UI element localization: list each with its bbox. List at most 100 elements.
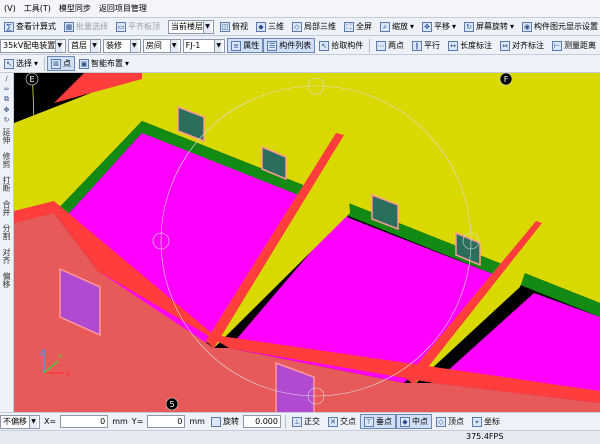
align-dim-button[interactable]: ⇔ 对齐标注 bbox=[496, 38, 548, 53]
draw-toolbar: ↖ 选择 ▾ ⊠ 点 ▣ 智能布置 ▾ bbox=[0, 55, 600, 73]
tool-offset[interactable]: 偏移 bbox=[1, 272, 12, 288]
select-button[interactable]: ↖ 选择 ▾ bbox=[0, 56, 42, 71]
measure-dist-button[interactable]: ⊢ 测量距离 bbox=[548, 38, 600, 53]
current-floor-select[interactable]: 当前楼层 ▼ bbox=[168, 19, 214, 34]
3d-model-canvas[interactable]: E F 5 Z Y X bbox=[14, 73, 600, 413]
x-label: X= bbox=[44, 417, 57, 426]
component-display-button[interactable]: ◉ 构件图元显示设置 bbox=[518, 19, 600, 34]
two-points-button[interactable]: ⋯ 两点 bbox=[372, 38, 408, 53]
project-select[interactable]: 35kV配电装置 ▼ bbox=[0, 38, 66, 53]
chevron-down-icon: ▾ bbox=[34, 59, 39, 68]
line-icon[interactable]: ∕ bbox=[1, 75, 13, 83]
parallel-icon: ∥ bbox=[412, 40, 422, 51]
bottom-status-bar: 375.4FPS bbox=[0, 430, 600, 444]
chevron-down-icon: ▼ bbox=[129, 39, 138, 52]
smart-layout-icon: ▣ bbox=[79, 58, 90, 69]
properties-button[interactable]: ≡ 属性 bbox=[227, 38, 264, 53]
copy-icon[interactable]: ⧉ bbox=[1, 95, 13, 104]
local-three-d-button[interactable]: ◇ 局部三维 bbox=[288, 19, 340, 34]
intersection-button[interactable]: ✕ 交点 bbox=[324, 414, 360, 429]
midpoint-button[interactable]: ◆ 中点 bbox=[395, 414, 432, 429]
pick-icon: ↖ bbox=[319, 40, 330, 51]
axis-label-e: E bbox=[29, 75, 34, 84]
coordinate-status-bar: 不偏移 ▼ X= 0 mm Y= 0 mm 旋转 0.000 ⊥ 正交 ✕ 交点 ⊤ 垂… bbox=[0, 412, 600, 430]
type-select[interactable]: 房间 ▼ bbox=[142, 38, 181, 53]
batch-icon: ▦ bbox=[64, 21, 74, 32]
floor-select[interactable]: 首层 ▼ bbox=[68, 38, 102, 53]
three-d-button[interactable]: ◆ 三维 bbox=[252, 19, 288, 34]
length-dim-icon: ↔ bbox=[448, 40, 458, 51]
fullscreen-button[interactable]: ⛶ 全屏 bbox=[340, 19, 376, 34]
svg-text:Y: Y bbox=[57, 353, 63, 361]
rotate-checkbox[interactable] bbox=[210, 416, 221, 427]
vertical-point-icon: ⊤ bbox=[363, 416, 374, 427]
coordinate-button[interactable]: ⌖ 坐标 bbox=[468, 414, 504, 429]
offset-select[interactable]: 不偏移 ▼ bbox=[0, 414, 40, 429]
chevron-down-icon: ▾ bbox=[125, 59, 130, 68]
chevron-down-icon: ▾ bbox=[510, 22, 515, 31]
component-list-button[interactable]: ☰ 构件列表 bbox=[263, 38, 316, 53]
tool-extend[interactable]: 延伸 bbox=[1, 128, 12, 144]
rotate-input[interactable]: 0.000 bbox=[242, 415, 281, 428]
rotate-icon: ↻ bbox=[464, 21, 475, 32]
flush-board-button[interactable]: ▭ 平齐板顶 bbox=[112, 19, 164, 34]
menu-tools[interactable]: 工具(T) bbox=[20, 0, 55, 17]
move-icon[interactable]: ✥ bbox=[1, 106, 13, 114]
axis-label-f: F bbox=[504, 75, 509, 84]
point-label-icon: 点 bbox=[63, 59, 72, 68]
flush-icon: ▭ bbox=[116, 21, 126, 32]
smart-layout-button[interactable]: ▣ 智能布置 ▾ bbox=[75, 56, 133, 71]
element-select[interactable]: FJ-1 ▼ bbox=[182, 38, 226, 53]
vertex-button[interactable]: ◇ 顶点 bbox=[432, 414, 468, 429]
tool-align[interactable]: 对齐 bbox=[1, 248, 12, 264]
chevron-down-icon: ▼ bbox=[29, 415, 37, 428]
chevron-down-icon: ▼ bbox=[203, 20, 211, 33]
y-unit: mm bbox=[189, 417, 205, 426]
separator bbox=[284, 414, 286, 429]
main-toolbar: ∑ 查看计算式 ▦ 批量选择 ▭ 平齐板顶 当前楼层 ▼ ◫ 俯视 ◆ 三维 ◇ 局部三维 ⛶… bbox=[0, 18, 600, 36]
tool-split[interactable]: 分割 bbox=[1, 224, 12, 240]
x-unit: mm bbox=[112, 417, 128, 426]
menu-back-project[interactable]: 返回项目管理 bbox=[95, 0, 151, 17]
y-input[interactable]: 0 bbox=[147, 415, 186, 428]
view-calc-button[interactable]: ∑ 查看计算式 bbox=[0, 19, 60, 34]
link-icon[interactable]: ∞ bbox=[1, 85, 13, 93]
3d-viewport[interactable]: E F 5 Z Y X bbox=[14, 73, 600, 413]
rotate-label: 旋转 bbox=[222, 417, 239, 426]
svg-text:Z: Z bbox=[40, 349, 45, 357]
fullscreen-icon: ⛶ bbox=[344, 21, 354, 32]
cursor-icon: ↖ bbox=[4, 58, 14, 69]
tool-merge[interactable]: 合并 bbox=[1, 200, 12, 216]
point-draw-button[interactable]: ⊠ 点 bbox=[47, 56, 76, 71]
pan-button[interactable]: ✥ 平移 ▾ bbox=[418, 19, 460, 34]
menu-view[interactable]: (V) bbox=[0, 0, 20, 17]
vertex-icon: ◇ bbox=[435, 416, 446, 427]
zoom-button[interactable]: ⌕ 缩放 ▾ bbox=[376, 19, 418, 34]
chevron-down-icon: ▾ bbox=[452, 22, 457, 31]
orthogonal-button[interactable]: ⊥ 正交 bbox=[288, 414, 324, 429]
tool-break[interactable]: 打断 bbox=[1, 176, 12, 192]
length-dim-button[interactable]: ↔ 长度标注 bbox=[444, 38, 496, 53]
two-points-icon: ⋯ bbox=[376, 40, 386, 51]
menu-bar: (V) 工具(T) 模型同步 返回项目管理 bbox=[0, 0, 600, 18]
chevron-down-icon: ▾ bbox=[410, 22, 415, 31]
screen-rotate-button[interactable]: ↻ 屏幕旋转 ▾ bbox=[460, 19, 518, 34]
axis-label-5: 5 bbox=[169, 400, 174, 409]
rotate-icon[interactable]: ↻ bbox=[1, 116, 13, 124]
x-input[interactable]: 0 bbox=[60, 415, 109, 428]
tool-trim[interactable]: 修剪 bbox=[1, 152, 12, 168]
chevron-down-icon: ▼ bbox=[169, 39, 178, 52]
chevron-down-icon: ▼ bbox=[214, 39, 223, 52]
batch-select-button[interactable]: ▦ 批量选择 bbox=[60, 19, 112, 34]
pick-component-button[interactable]: ↖ 拾取构件 bbox=[315, 38, 367, 53]
midpoint-icon: ◆ bbox=[399, 416, 410, 427]
component-toolbar: 35kV配电装置 ▼ 首层 ▼ 装修 ▼ 房间 ▼ FJ-1 ▼ ≡ 属性 ☰ 构件列表 ↖ 拾… bbox=[0, 37, 600, 55]
parallel-button[interactable]: ∥ 平行 bbox=[408, 38, 444, 53]
calc-icon: ∑ bbox=[4, 21, 14, 32]
category-select[interactable]: 装修 ▼ bbox=[103, 38, 141, 53]
vertical-point-button[interactable]: ⊤ 垂点 bbox=[359, 414, 396, 429]
plan-view-button[interactable]: ◫ 俯视 bbox=[216, 19, 252, 34]
chevron-down-icon: ▼ bbox=[55, 39, 63, 52]
plan-icon: ◫ bbox=[220, 21, 230, 32]
menu-model-sync[interactable]: 模型同步 bbox=[55, 0, 95, 17]
